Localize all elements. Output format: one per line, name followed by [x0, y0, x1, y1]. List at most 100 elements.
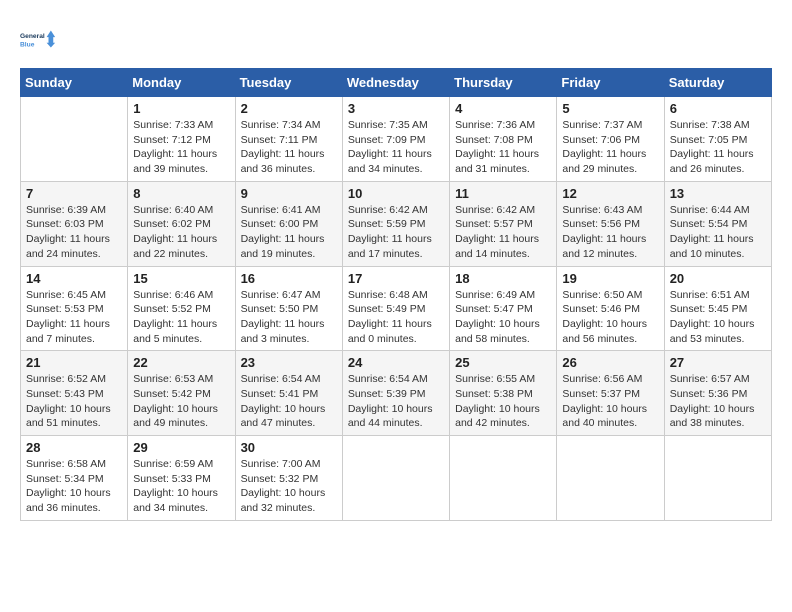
day-number: 15: [133, 271, 229, 286]
calendar-body: 1 Sunrise: 7:33 AMSunset: 7:12 PMDaylight…: [21, 97, 772, 521]
day-info: Sunrise: 6:45 AMSunset: 5:53 PMDaylight:…: [26, 288, 122, 347]
day-info: Sunrise: 6:55 AMSunset: 5:38 PMDaylight:…: [455, 372, 551, 431]
day-info: Sunrise: 6:43 AMSunset: 5:56 PMDaylight:…: [562, 203, 658, 262]
calendar-cell: 6 Sunrise: 7:38 AMSunset: 7:05 PMDaylight…: [664, 97, 771, 182]
calendar-week-row: 14 Sunrise: 6:45 AMSunset: 5:53 PMDayligh…: [21, 266, 772, 351]
day-info: Sunrise: 6:47 AMSunset: 5:50 PMDaylight:…: [241, 288, 337, 347]
calendar-cell: 2 Sunrise: 7:34 AMSunset: 7:11 PMDaylight…: [235, 97, 342, 182]
day-number: 1: [133, 101, 229, 116]
calendar-cell: 13Sunrise: 6:44 AMSunset: 5:54 PMDayligh…: [664, 181, 771, 266]
day-number: 3: [348, 101, 444, 116]
day-number: 24: [348, 355, 444, 370]
calendar-cell: [557, 436, 664, 521]
day-info: Sunrise: 6:42 AMSunset: 5:59 PMDaylight:…: [348, 203, 444, 262]
day-info: Sunrise: 6:42 AMSunset: 5:57 PMDaylight:…: [455, 203, 551, 262]
day-number: 6: [670, 101, 766, 116]
calendar-cell: 4Sunrise: 7:36 AMSunset: 7:08 PMDaylight…: [450, 97, 557, 182]
calendar-cell: 22 Sunrise: 6:53 AMSunset: 5:42 PMDayligh…: [128, 351, 235, 436]
day-number: 17: [348, 271, 444, 286]
calendar-cell: 9 Sunrise: 6:41 AMSunset: 6:00 PMDaylight…: [235, 181, 342, 266]
day-number: 23: [241, 355, 337, 370]
day-info: Sunrise: 6:54 AMSunset: 5:39 PMDaylight:…: [348, 372, 444, 431]
day-info: Sunrise: 6:40 AMSunset: 6:02 PMDaylight:…: [133, 203, 229, 262]
day-info: Sunrise: 7:33 AMSunset: 7:12 PMDaylight:…: [133, 118, 229, 177]
calendar-cell: 14 Sunrise: 6:45 AMSunset: 5:53 PMDayligh…: [21, 266, 128, 351]
day-number: 5: [562, 101, 658, 116]
day-number: 16: [241, 271, 337, 286]
calendar-cell: 30Sunrise: 7:00 AMSunset: 5:32 PMDayligh…: [235, 436, 342, 521]
day-number: 10: [348, 186, 444, 201]
day-info: Sunrise: 6:53 AMSunset: 5:42 PMDaylight:…: [133, 372, 229, 431]
day-number: 12: [562, 186, 658, 201]
calendar-cell: 21 Sunrise: 6:52 AMSunset: 5:43 PMDayligh…: [21, 351, 128, 436]
day-number: 20: [670, 271, 766, 286]
calendar-cell: 11 Sunrise: 6:42 AMSunset: 5:57 PMDayligh…: [450, 181, 557, 266]
calendar-cell: 3 Sunrise: 7:35 AMSunset: 7:09 PMDaylight…: [342, 97, 449, 182]
day-number: 30: [241, 440, 337, 455]
day-info: Sunrise: 6:57 AMSunset: 5:36 PMDaylight:…: [670, 372, 766, 431]
weekday-header-cell: Friday: [557, 69, 664, 97]
day-info: Sunrise: 6:50 AMSunset: 5:46 PMDaylight:…: [562, 288, 658, 347]
logo: General Blue: [20, 20, 58, 58]
calendar-cell: 15Sunrise: 6:46 AMSunset: 5:52 PMDayligh…: [128, 266, 235, 351]
day-number: 11: [455, 186, 551, 201]
calendar-cell: [664, 436, 771, 521]
day-info: Sunrise: 6:41 AMSunset: 6:00 PMDaylight:…: [241, 203, 337, 262]
weekday-header-cell: Thursday: [450, 69, 557, 97]
calendar-week-row: 7 Sunrise: 6:39 AMSunset: 6:03 PMDaylight…: [21, 181, 772, 266]
day-info: Sunrise: 7:35 AMSunset: 7:09 PMDaylight:…: [348, 118, 444, 177]
day-number: 21: [26, 355, 122, 370]
day-info: Sunrise: 7:34 AMSunset: 7:11 PMDaylight:…: [241, 118, 337, 177]
day-info: Sunrise: 6:49 AMSunset: 5:47 PMDaylight:…: [455, 288, 551, 347]
day-number: 19: [562, 271, 658, 286]
calendar-cell: 1 Sunrise: 7:33 AMSunset: 7:12 PMDaylight…: [128, 97, 235, 182]
calendar-cell: 23 Sunrise: 6:54 AMSunset: 5:41 PMDayligh…: [235, 351, 342, 436]
day-info: Sunrise: 7:38 AMSunset: 7:05 PMDaylight:…: [670, 118, 766, 177]
calendar-cell: 18Sunrise: 6:49 AMSunset: 5:47 PMDayligh…: [450, 266, 557, 351]
calendar-week-row: 28Sunrise: 6:58 AMSunset: 5:34 PMDayligh…: [21, 436, 772, 521]
page-header: General Blue: [20, 20, 772, 58]
day-number: 27: [670, 355, 766, 370]
day-info: Sunrise: 6:44 AMSunset: 5:54 PMDaylight:…: [670, 203, 766, 262]
day-info: Sunrise: 6:54 AMSunset: 5:41 PMDaylight:…: [241, 372, 337, 431]
calendar-cell: 28Sunrise: 6:58 AMSunset: 5:34 PMDayligh…: [21, 436, 128, 521]
day-number: 7: [26, 186, 122, 201]
day-number: 28: [26, 440, 122, 455]
weekday-header-cell: Saturday: [664, 69, 771, 97]
day-info: Sunrise: 6:56 AMSunset: 5:37 PMDaylight:…: [562, 372, 658, 431]
calendar-cell: [21, 97, 128, 182]
calendar-cell: 27 Sunrise: 6:57 AMSunset: 5:36 PMDayligh…: [664, 351, 771, 436]
calendar-cell: [450, 436, 557, 521]
svg-text:Blue: Blue: [20, 42, 35, 49]
weekday-header-cell: Sunday: [21, 69, 128, 97]
calendar-week-row: 1 Sunrise: 7:33 AMSunset: 7:12 PMDaylight…: [21, 97, 772, 182]
calendar-table: SundayMondayTuesdayWednesdayThursdayFrid…: [20, 68, 772, 521]
calendar-cell: 19 Sunrise: 6:50 AMSunset: 5:46 PMDayligh…: [557, 266, 664, 351]
day-number: 25: [455, 355, 551, 370]
day-number: 9: [241, 186, 337, 201]
day-number: 2: [241, 101, 337, 116]
calendar-cell: 29 Sunrise: 6:59 AMSunset: 5:33 PMDayligh…: [128, 436, 235, 521]
logo-svg: General Blue: [20, 20, 58, 58]
day-number: 14: [26, 271, 122, 286]
day-info: Sunrise: 6:52 AMSunset: 5:43 PMDaylight:…: [26, 372, 122, 431]
day-info: Sunrise: 6:59 AMSunset: 5:33 PMDaylight:…: [133, 457, 229, 516]
calendar-cell: 17 Sunrise: 6:48 AMSunset: 5:49 PMDayligh…: [342, 266, 449, 351]
weekday-header-cell: Wednesday: [342, 69, 449, 97]
day-number: 4: [455, 101, 551, 116]
calendar-cell: 12 Sunrise: 6:43 AMSunset: 5:56 PMDayligh…: [557, 181, 664, 266]
calendar-cell: 24 Sunrise: 6:54 AMSunset: 5:39 PMDayligh…: [342, 351, 449, 436]
calendar-cell: [342, 436, 449, 521]
day-number: 29: [133, 440, 229, 455]
weekday-header-cell: Tuesday: [235, 69, 342, 97]
day-info: Sunrise: 7:37 AMSunset: 7:06 PMDaylight:…: [562, 118, 658, 177]
calendar-cell: 10 Sunrise: 6:42 AMSunset: 5:59 PMDayligh…: [342, 181, 449, 266]
calendar-cell: 26 Sunrise: 6:56 AMSunset: 5:37 PMDayligh…: [557, 351, 664, 436]
day-info: Sunrise: 6:48 AMSunset: 5:49 PMDaylight:…: [348, 288, 444, 347]
calendar-week-row: 21 Sunrise: 6:52 AMSunset: 5:43 PMDayligh…: [21, 351, 772, 436]
day-number: 26: [562, 355, 658, 370]
calendar-cell: 25 Sunrise: 6:55 AMSunset: 5:38 PMDayligh…: [450, 351, 557, 436]
day-number: 22: [133, 355, 229, 370]
day-info: Sunrise: 6:39 AMSunset: 6:03 PMDaylight:…: [26, 203, 122, 262]
calendar-cell: 20Sunrise: 6:51 AMSunset: 5:45 PMDayligh…: [664, 266, 771, 351]
